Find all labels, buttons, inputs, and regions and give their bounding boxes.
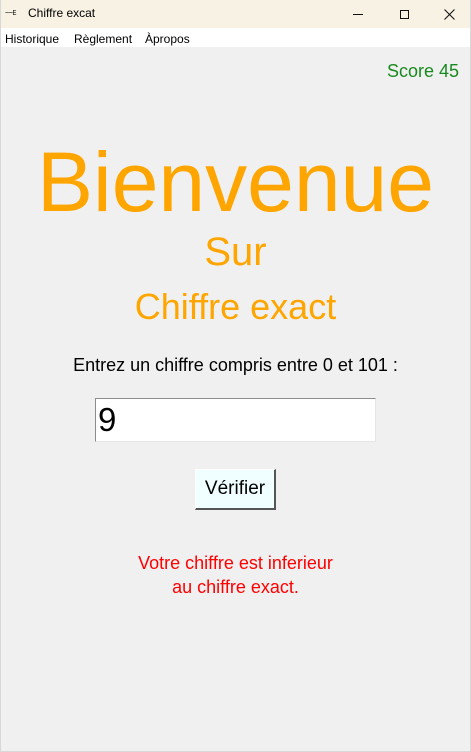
score-label: Score 45 — [386, 61, 459, 81]
guess-input[interactable] — [95, 398, 376, 442]
maximize-icon — [399, 9, 409, 19]
guess-prompt: Entrez un chiffre compris entre 0 et 101… — [73, 355, 398, 375]
app-name-heading: Chiffre exact — [134, 286, 337, 327]
menu-item-reglement[interactable]: Règlement — [74, 32, 132, 46]
feedback-message: Votre chiffre est inferieur au chiffre e… — [1, 551, 470, 599]
app-icon: ~~E — [5, 9, 17, 17]
sur-heading: Sur — [204, 230, 267, 274]
menu-item-historique[interactable]: Historique — [5, 32, 59, 46]
verify-button[interactable]: Vérifier — [195, 469, 276, 510]
app-window: ~~E Chiffre excat Historique Règlement À… — [0, 0, 471, 752]
feedback-line-2: au chiffre exact. — [172, 577, 299, 597]
menu-item-apropos[interactable]: Àpropos — [145, 32, 190, 46]
close-button[interactable] — [426, 0, 470, 28]
title-bar[interactable]: ~~E Chiffre excat — [1, 0, 470, 28]
welcome-heading: Bienvenue — [37, 135, 434, 229]
window-title: Chiffre excat — [28, 6, 96, 20]
close-icon — [443, 8, 455, 20]
minimize-button[interactable] — [335, 0, 381, 28]
feedback-line-1: Votre chiffre est inferieur — [138, 553, 333, 573]
maximize-button[interactable] — [381, 0, 427, 28]
minimize-icon — [353, 13, 363, 15]
menu-bar: Historique Règlement Àpropos — [1, 28, 470, 47]
